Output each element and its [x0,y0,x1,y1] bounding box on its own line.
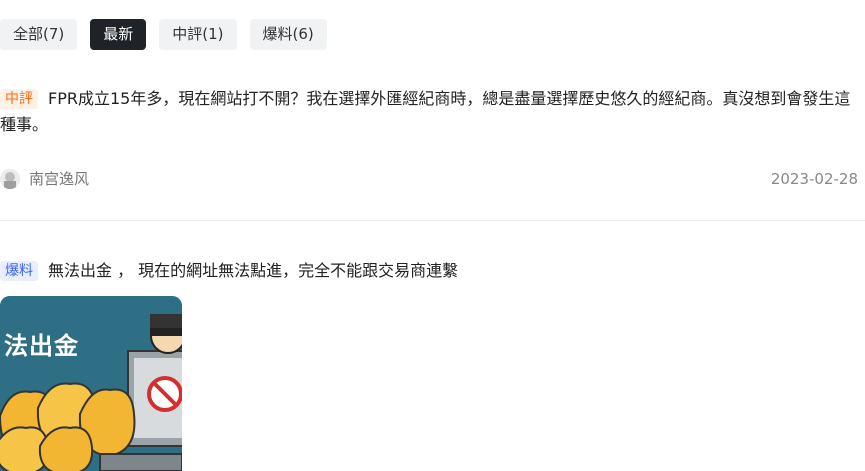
neutral-tag: 中評 [0,89,38,109]
review-text: FPR成立15年多，現在網站打不開？我在選擇外匯經紀商時，總是盡量選擇歷史悠久的… [0,89,851,134]
divider [0,220,865,221]
tab-neutral[interactable]: 中評(1) [159,19,237,50]
author-name[interactable]: 南宫逸风 [29,168,89,190]
image-caption: 法出金 [4,332,79,360]
review-text-block: 爆料 無法出金 ， 現在的網址無法點進，完全不能跟交易商連繫 [0,258,865,284]
tab-all[interactable]: 全部(7) [0,19,78,50]
tab-latest[interactable]: 最新 [90,19,147,50]
review-image[interactable]: 法出金 [0,296,182,471]
review-item: 中評 FPR成立15年多，現在網站打不開？我在選擇外匯經紀商時，總是盡量選擇歷史悠… [0,86,865,189]
exposure-tag: 爆料 [0,261,38,281]
review-date: 2023-02-28 [770,170,858,188]
review-text: 無法出金 ， 現在的網址無法點進，完全不能跟交易商連繫 [48,261,459,280]
review-meta: 南宫逸风 2023-02-28 [0,168,858,190]
filter-tabs: 全部(7) 最新 中評(1) 爆料(6) [0,19,327,50]
review-text-block: 中評 FPR成立15年多，現在網站打不開？我在選擇外匯經紀商時，總是盡量選擇歷史悠… [0,86,865,138]
tab-exposure[interactable]: 爆料(6) [249,19,327,50]
avatar[interactable] [0,169,20,189]
review-item: 爆料 無法出金 ， 現在的網址無法點進，完全不能跟交易商連繫 [0,258,865,284]
